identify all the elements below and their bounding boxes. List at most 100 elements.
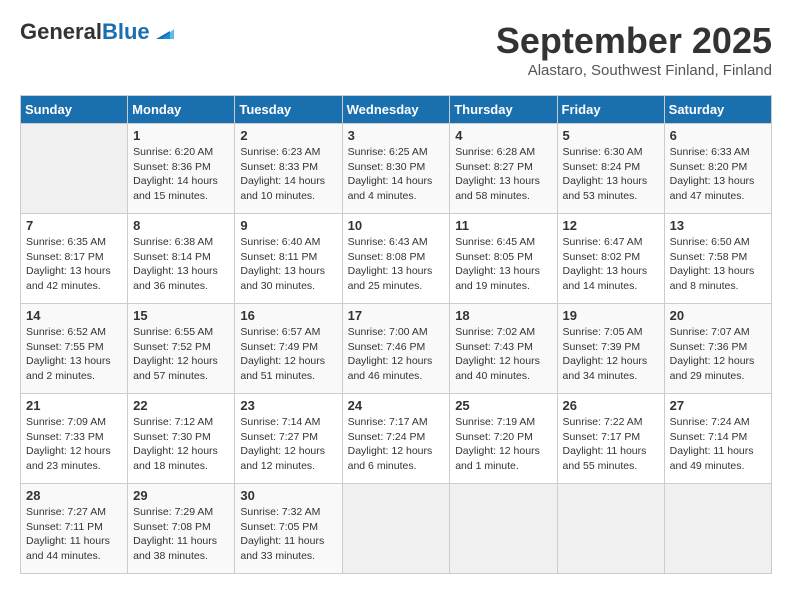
day-number: 15 <box>133 308 229 323</box>
day-info: Sunrise: 7:24 AM Sunset: 7:14 PM Dayligh… <box>670 415 766 474</box>
calendar-week-row: 7 Sunrise: 6:35 AM Sunset: 8:17 PM Daylig… <box>21 214 772 304</box>
day-number: 14 <box>26 308 122 323</box>
calendar-cell: 21 Sunrise: 7:09 AM Sunset: 7:33 PM Dayli… <box>21 394 128 484</box>
day-info: Sunrise: 6:47 AM Sunset: 8:02 PM Dayligh… <box>563 235 659 294</box>
day-number: 11 <box>455 218 551 233</box>
day-of-week-header: Friday <box>557 96 664 124</box>
calendar-cell <box>664 484 771 574</box>
calendar-cell: 27 Sunrise: 7:24 AM Sunset: 7:14 PM Dayli… <box>664 394 771 484</box>
logo-icon <box>152 21 174 43</box>
day-info: Sunrise: 7:17 AM Sunset: 7:24 PM Dayligh… <box>348 415 445 474</box>
day-info: Sunrise: 7:07 AM Sunset: 7:36 PM Dayligh… <box>670 325 766 384</box>
calendar-cell <box>21 124 128 214</box>
day-info: Sunrise: 7:22 AM Sunset: 7:17 PM Dayligh… <box>563 415 659 474</box>
logo-text: GeneralBlue <box>20 20 150 44</box>
day-of-week-header: Tuesday <box>235 96 342 124</box>
day-info: Sunrise: 7:19 AM Sunset: 7:20 PM Dayligh… <box>455 415 551 474</box>
calendar-week-row: 1Sunrise: 6:20 AM Sunset: 8:36 PM Daylig… <box>21 124 772 214</box>
calendar-table: SundayMondayTuesdayWednesdayThursdayFrid… <box>20 95 772 574</box>
calendar-cell: 22 Sunrise: 7:12 AM Sunset: 7:30 PM Dayli… <box>128 394 235 484</box>
location: Alastaro, Southwest Finland, Finland <box>496 62 772 79</box>
calendar-cell: 1Sunrise: 6:20 AM Sunset: 8:36 PM Daylig… <box>128 124 235 214</box>
day-of-week-header: Thursday <box>450 96 557 124</box>
calendar-cell <box>557 484 664 574</box>
day-info: Sunrise: 7:02 AM Sunset: 7:43 PM Dayligh… <box>455 325 551 384</box>
calendar-cell: 10 Sunrise: 6:43 AM Sunset: 8:08 PM Dayli… <box>342 214 450 304</box>
day-number: 29 <box>133 488 229 503</box>
calendar-cell: 17 Sunrise: 7:00 AM Sunset: 7:46 PM Dayli… <box>342 304 450 394</box>
calendar-cell: 7 Sunrise: 6:35 AM Sunset: 8:17 PM Daylig… <box>21 214 128 304</box>
day-info: Sunrise: 6:25 AM Sunset: 8:30 PM Dayligh… <box>348 145 445 204</box>
day-number: 20 <box>670 308 766 323</box>
calendar-cell: 19 Sunrise: 7:05 AM Sunset: 7:39 PM Dayli… <box>557 304 664 394</box>
day-info: Sunrise: 6:35 AM Sunset: 8:17 PM Dayligh… <box>26 235 122 294</box>
day-number: 27 <box>670 398 766 413</box>
day-number: 8 <box>133 218 229 233</box>
day-info: Sunrise: 6:30 AM Sunset: 8:24 PM Dayligh… <box>563 145 659 204</box>
day-info: Sunrise: 7:09 AM Sunset: 7:33 PM Dayligh… <box>26 415 122 474</box>
calendar-cell: 4 Sunrise: 6:28 AM Sunset: 8:27 PM Daylig… <box>450 124 557 214</box>
logo: GeneralBlue <box>20 20 174 44</box>
calendar-cell: 13Sunrise: 6:50 AM Sunset: 7:58 PM Dayli… <box>664 214 771 304</box>
day-info: Sunrise: 7:12 AM Sunset: 7:30 PM Dayligh… <box>133 415 229 474</box>
day-number: 18 <box>455 308 551 323</box>
day-info: Sunrise: 7:05 AM Sunset: 7:39 PM Dayligh… <box>563 325 659 384</box>
day-info: Sunrise: 7:27 AM Sunset: 7:11 PM Dayligh… <box>26 505 122 564</box>
calendar-cell: 3 Sunrise: 6:25 AM Sunset: 8:30 PM Daylig… <box>342 124 450 214</box>
day-number: 25 <box>455 398 551 413</box>
day-number: 10 <box>348 218 445 233</box>
day-info: Sunrise: 6:45 AM Sunset: 8:05 PM Dayligh… <box>455 235 551 294</box>
calendar-cell: 18 Sunrise: 7:02 AM Sunset: 7:43 PM Dayli… <box>450 304 557 394</box>
day-number: 7 <box>26 218 122 233</box>
calendar-cell: 8 Sunrise: 6:38 AM Sunset: 8:14 PM Daylig… <box>128 214 235 304</box>
calendar-cell <box>450 484 557 574</box>
month-title: September 2025 <box>496 20 772 62</box>
day-number: 6 <box>670 128 766 143</box>
day-number: 2 <box>240 128 336 143</box>
day-info: Sunrise: 6:57 AM Sunset: 7:49 PM Dayligh… <box>240 325 336 384</box>
day-number: 26 <box>563 398 659 413</box>
day-info: Sunrise: 6:50 AM Sunset: 7:58 PM Dayligh… <box>670 235 766 294</box>
day-info: Sunrise: 7:00 AM Sunset: 7:46 PM Dayligh… <box>348 325 445 384</box>
day-number: 22 <box>133 398 229 413</box>
day-number: 1 <box>133 128 229 143</box>
day-number: 3 <box>348 128 445 143</box>
day-info: Sunrise: 6:40 AM Sunset: 8:11 PM Dayligh… <box>240 235 336 294</box>
day-info: Sunrise: 7:14 AM Sunset: 7:27 PM Dayligh… <box>240 415 336 474</box>
calendar-cell: 6 Sunrise: 6:33 AM Sunset: 8:20 PM Daylig… <box>664 124 771 214</box>
calendar-cell: 11 Sunrise: 6:45 AM Sunset: 8:05 PM Dayli… <box>450 214 557 304</box>
day-number: 28 <box>26 488 122 503</box>
day-number: 4 <box>455 128 551 143</box>
calendar-cell: 15 Sunrise: 6:55 AM Sunset: 7:52 PM Dayli… <box>128 304 235 394</box>
day-info: Sunrise: 7:29 AM Sunset: 7:08 PM Dayligh… <box>133 505 229 564</box>
calendar-header-row: SundayMondayTuesdayWednesdayThursdayFrid… <box>21 96 772 124</box>
calendar-cell: 26 Sunrise: 7:22 AM Sunset: 7:17 PM Dayli… <box>557 394 664 484</box>
calendar-cell: 2 Sunrise: 6:23 AM Sunset: 8:33 PM Daylig… <box>235 124 342 214</box>
day-number: 21 <box>26 398 122 413</box>
day-info: Sunrise: 6:38 AM Sunset: 8:14 PM Dayligh… <box>133 235 229 294</box>
day-number: 17 <box>348 308 445 323</box>
day-of-week-header: Wednesday <box>342 96 450 124</box>
day-info: Sunrise: 6:28 AM Sunset: 8:27 PM Dayligh… <box>455 145 551 204</box>
day-number: 5 <box>563 128 659 143</box>
day-info: Sunrise: 6:33 AM Sunset: 8:20 PM Dayligh… <box>670 145 766 204</box>
calendar-week-row: 28 Sunrise: 7:27 AM Sunset: 7:11 PM Dayli… <box>21 484 772 574</box>
day-number: 12 <box>563 218 659 233</box>
title-block: September 2025 Alastaro, Southwest Finla… <box>496 20 772 79</box>
calendar-cell: 29 Sunrise: 7:29 AM Sunset: 7:08 PM Dayli… <box>128 484 235 574</box>
calendar-cell: 14 Sunrise: 6:52 AM Sunset: 7:55 PM Dayli… <box>21 304 128 394</box>
day-info: Sunrise: 6:52 AM Sunset: 7:55 PM Dayligh… <box>26 325 122 384</box>
day-of-week-header: Sunday <box>21 96 128 124</box>
day-info: Sunrise: 7:32 AM Sunset: 7:05 PM Dayligh… <box>240 505 336 564</box>
day-number: 23 <box>240 398 336 413</box>
day-info: Sunrise: 6:23 AM Sunset: 8:33 PM Dayligh… <box>240 145 336 204</box>
day-number: 30 <box>240 488 336 503</box>
calendar-cell: 25 Sunrise: 7:19 AM Sunset: 7:20 PM Dayli… <box>450 394 557 484</box>
day-info: Sunrise: 6:43 AM Sunset: 8:08 PM Dayligh… <box>348 235 445 294</box>
calendar-cell <box>342 484 450 574</box>
calendar-week-row: 21 Sunrise: 7:09 AM Sunset: 7:33 PM Dayli… <box>21 394 772 484</box>
day-number: 19 <box>563 308 659 323</box>
calendar-week-row: 14 Sunrise: 6:52 AM Sunset: 7:55 PM Dayli… <box>21 304 772 394</box>
calendar-cell: 5 Sunrise: 6:30 AM Sunset: 8:24 PM Daylig… <box>557 124 664 214</box>
day-info: Sunrise: 6:55 AM Sunset: 7:52 PM Dayligh… <box>133 325 229 384</box>
